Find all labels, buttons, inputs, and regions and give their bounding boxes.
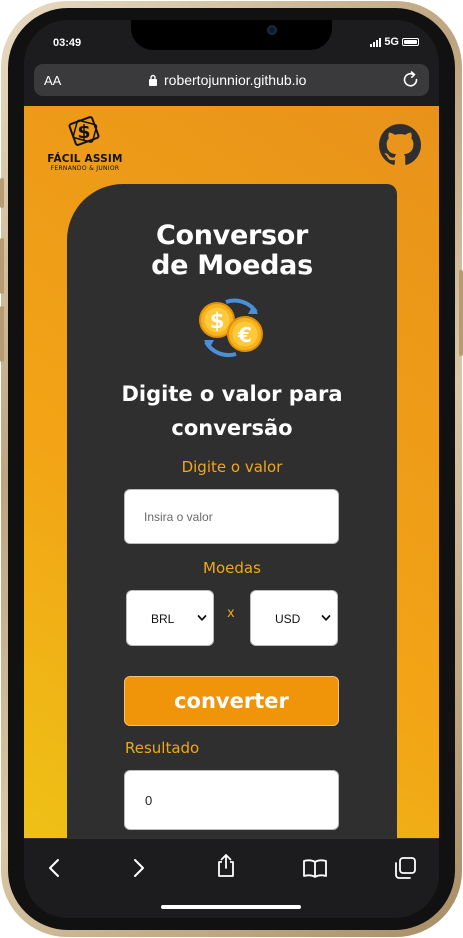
- result-label: Resultado: [125, 739, 200, 757]
- url-text: robertojunnior.github.io: [164, 72, 307, 88]
- phone-screen: 03:49 5G AA robertojunnior.github.io $ F…: [24, 20, 439, 918]
- browser-toolbar: [24, 838, 439, 918]
- volume-up-button: [0, 238, 4, 294]
- mute-switch: [0, 178, 4, 208]
- convert-button[interactable]: converter: [124, 676, 339, 726]
- currency-separator: x: [227, 606, 235, 621]
- signal-icon: [370, 37, 382, 47]
- forward-icon[interactable]: [125, 855, 151, 881]
- notch: [131, 20, 332, 50]
- result-field[interactable]: 0: [124, 770, 339, 830]
- back-icon[interactable]: [42, 855, 68, 881]
- address-bar[interactable]: AA robertojunnior.github.io: [34, 64, 429, 96]
- front-camera: [267, 25, 277, 35]
- battery-icon: [402, 38, 419, 46]
- status-indicators: 5G: [370, 36, 419, 48]
- to-currency-select[interactable]: USD: [250, 590, 338, 646]
- title-line-2: de Moedas: [151, 250, 313, 281]
- volume-down-button: [0, 306, 4, 362]
- power-button: [459, 270, 463, 356]
- lock-icon: [149, 74, 157, 86]
- coins-exchange-icon: $ €: [199, 298, 263, 358]
- logo-name: FÁCIL ASSIM: [47, 153, 123, 165]
- site-logo[interactable]: $ FÁCIL ASSIM FERNANDO & JUNIOR: [42, 116, 128, 172]
- network-type: 5G: [384, 36, 399, 48]
- instruction-heading: Digite o valor para conversão: [67, 377, 397, 445]
- tabs-icon[interactable]: [392, 855, 418, 881]
- result-value: 0: [145, 793, 153, 808]
- logo-tagline: FERNANDO & JUNIOR: [50, 165, 120, 172]
- title-line-1: Conversor: [155, 220, 309, 251]
- chevron-down-icon: [321, 615, 331, 621]
- home-indicator[interactable]: [161, 905, 301, 909]
- reload-icon[interactable]: [401, 70, 421, 90]
- currencies-label: Moedas: [203, 559, 261, 577]
- bookmarks-icon[interactable]: [302, 855, 328, 881]
- github-icon[interactable]: [379, 124, 421, 166]
- webpage: $ FÁCIL ASSIM FERNANDO & JUNIOR Converso…: [24, 106, 439, 838]
- svg-text:€: €: [237, 323, 252, 347]
- value-input[interactable]: [124, 489, 339, 544]
- value-label: Digite o valor: [181, 458, 283, 476]
- status-time: 03:49: [53, 37, 82, 49]
- url-display[interactable]: robertojunnior.github.io: [148, 72, 306, 88]
- to-currency-value: USD: [275, 612, 301, 626]
- svg-text:$: $: [210, 309, 225, 333]
- instruction-line-2: conversão: [171, 416, 293, 440]
- converter-card: Conversor de Moedas $ € Digite o valor p…: [67, 184, 397, 838]
- text-size-button[interactable]: AA: [44, 73, 61, 88]
- page-title: Conversor de Moedas: [67, 221, 397, 281]
- share-icon[interactable]: [213, 852, 239, 878]
- logo-dollar-icon: $: [68, 116, 100, 146]
- svg-text:$: $: [77, 121, 90, 143]
- chevron-down-icon: [197, 615, 207, 621]
- from-currency-select[interactable]: BRL: [126, 590, 214, 646]
- from-currency-value: BRL: [151, 612, 175, 626]
- instruction-line-1: Digite o valor para: [121, 382, 343, 406]
